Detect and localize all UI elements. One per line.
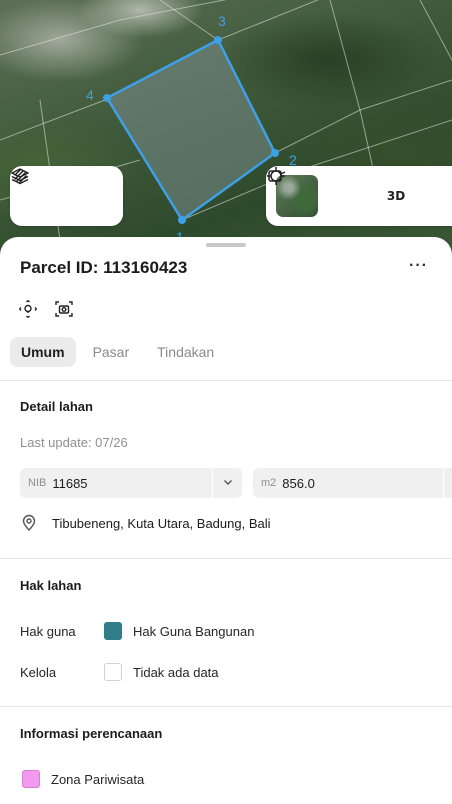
capture-button[interactable] (268, 170, 452, 214)
planning-section-title: Informasi perencanaan (20, 726, 163, 741)
vertex-4[interactable] (103, 94, 111, 102)
last-update-text: Last update: 07/26 (20, 435, 128, 450)
divider (0, 558, 452, 559)
field-separator (443, 468, 444, 498)
nib-value: 11685 (52, 475, 88, 491)
zone-label: Zona Pariwisata (51, 772, 145, 787)
focus-parcel-icon[interactable] (18, 299, 38, 319)
drag-handle[interactable] (206, 243, 246, 247)
address-text: Tibubeneng, Kuta Utara, Badung, Bali (52, 515, 271, 531)
parcel-title: Parcel ID: 113160423 (20, 258, 188, 277)
screenshot-icon[interactable] (54, 299, 74, 319)
zone-swatch (22, 770, 40, 788)
vertex-2[interactable] (271, 149, 279, 157)
sheet-tabs: Umum Pasar Tindakan (10, 337, 225, 367)
view-3d-button[interactable]: 3D (378, 178, 414, 214)
hak-guna-label: Hak guna (20, 624, 76, 639)
vertex-3[interactable] (214, 36, 222, 44)
hak-guna-swatch (104, 622, 122, 640)
chevron-down-icon (222, 476, 234, 491)
tab-pasar[interactable]: Pasar (82, 337, 141, 367)
area-unit-label: m2 (261, 477, 277, 489)
locate-button[interactable] (267, 167, 362, 214)
kelola-swatch (104, 663, 122, 681)
rights-section-title: Hak lahan (20, 578, 82, 593)
sheet-header: Parcel ID: 113160423 ··· (20, 257, 432, 279)
kelola-value: Tidak ada data (133, 665, 219, 680)
vertex-label-3: 3 (218, 13, 226, 29)
satellite-map[interactable]: 3 4 2 1 (0, 0, 452, 260)
divider (0, 380, 452, 381)
area-value: 856.0 (282, 475, 315, 491)
kelola-label: Kelola (20, 665, 57, 680)
parcel-actions (18, 299, 74, 319)
parcel-detail-sheet: Parcel ID: 113160423 ··· Umum Pasar Tind… (0, 237, 452, 804)
vertex-label-4: 4 (86, 87, 94, 103)
area-field[interactable]: m2 856.0 (253, 468, 452, 498)
map-tools-left (10, 166, 123, 226)
nib-dropdown-button[interactable] (212, 468, 242, 498)
location-pin-icon (20, 514, 38, 532)
nib-field[interactable]: NIB 11685 (20, 468, 242, 498)
detail-section-title: Detail lahan (20, 399, 93, 414)
more-options-button[interactable]: ··· (409, 257, 428, 275)
draw-button[interactable] (14, 169, 106, 214)
selected-parcel[interactable] (105, 38, 277, 222)
divider (0, 706, 452, 707)
layers-button[interactable] (11, 168, 63, 214)
tab-umum[interactable]: Umum (10, 337, 76, 367)
address-row: Tibubeneng, Kuta Utara, Badung, Bali (20, 514, 271, 532)
nib-label: NIB (28, 477, 47, 489)
map-tools-right: 3D (266, 166, 452, 226)
hak-guna-value: Hak Guna Bangunan (133, 624, 255, 639)
vertex-1[interactable] (178, 216, 186, 224)
tab-tindakan[interactable]: Tindakan (146, 337, 225, 367)
